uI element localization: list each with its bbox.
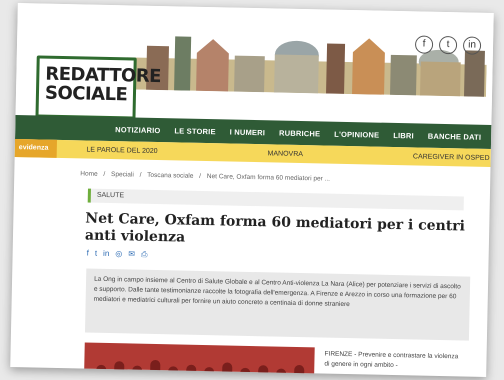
share-bar: f t in ◎ ✉ ⎙ [87, 249, 148, 260]
ticker-item[interactable]: CAREGIVER IN OSPED [413, 153, 490, 162]
article-abstract: La Ong in campo insieme al Centro di Sal… [84, 268, 471, 341]
nav-rubriche[interactable]: RUBRICHE [279, 128, 320, 138]
logo-line-2: SOCIALE [44, 82, 128, 106]
nav-i-numeri[interactable]: I NUMERI [230, 127, 266, 137]
ticker-item[interactable]: MANOVRA [267, 150, 303, 158]
share-linkedin-icon[interactable]: in [103, 249, 109, 259]
nav-libri[interactable]: LIBRI [393, 130, 414, 139]
share-twitter-icon[interactable]: t [95, 249, 97, 259]
article-body-start: FIRENZE - Prevenire e contrastare la vio… [324, 350, 459, 370]
breadcrumb-separator: / [103, 170, 106, 178]
breadcrumb-toscana-sociale[interactable]: Toscana sociale [147, 172, 193, 180]
nav-banche-dati[interactable]: BANCHE DATI [428, 131, 481, 141]
category-badge[interactable]: SALUTE [87, 188, 464, 211]
breadcrumb-speciali[interactable]: Speciali [111, 171, 134, 178]
twitter-icon[interactable]: t [438, 35, 458, 55]
site-header: f t in REDATTORE SOCIALE [15, 3, 494, 131]
evidenza-label: evidenza [14, 139, 57, 158]
breadcrumb-separator: / [199, 172, 202, 180]
breadcrumb-current: Net Care, Oxfam forma 60 mediatori per .… [206, 173, 331, 183]
nav-notiziario[interactable]: NOTIZIARIO [115, 125, 161, 135]
site-logo[interactable]: REDATTORE SOCIALE [35, 55, 161, 120]
breadcrumb-home[interactable]: Home [80, 170, 97, 177]
facebook-icon[interactable]: f [414, 35, 434, 54]
breadcrumb: Home / Speciali / Toscana sociale / Net … [80, 170, 334, 182]
nav-le-storie[interactable]: LE STORIE [174, 126, 215, 136]
social-icons: f t in [414, 35, 482, 55]
share-whatsapp-icon[interactable]: ◎ [115, 249, 122, 259]
ticker-item[interactable]: LE PAROLE DEL 2020 [86, 146, 157, 154]
nav-lopinione[interactable]: L'OPINIONE [334, 129, 379, 139]
linkedin-icon[interactable]: in [462, 36, 482, 55]
article-photo [83, 342, 315, 377]
article-title: Net Care, Oxfam forma 60 mediatori per i… [84, 210, 466, 246]
browser-page: f t in REDATTORE SOCIALE NOTIZIARIO LE S… [10, 3, 494, 377]
breadcrumb-separator: / [139, 171, 142, 179]
share-facebook-icon[interactable]: f [87, 249, 89, 259]
share-email-icon[interactable]: ✉ [128, 249, 135, 259]
share-print-icon[interactable]: ⎙ [141, 250, 148, 260]
